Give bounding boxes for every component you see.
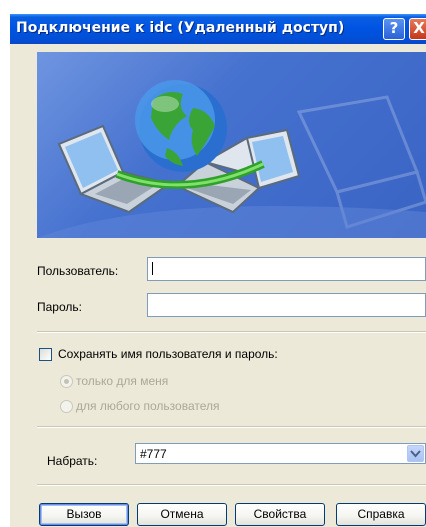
- chevron-down-icon[interactable]: [407, 445, 424, 462]
- title-bar[interactable]: Подключение к idc (Удаленный доступ) ? X: [10, 14, 426, 44]
- connection-banner: [37, 52, 426, 238]
- save-credentials-label[interactable]: Сохранять имя пользователя и пароль:: [58, 347, 278, 361]
- user-input[interactable]: [147, 257, 426, 281]
- radio-any-user[interactable]: [60, 400, 73, 413]
- help-icon[interactable]: ?: [383, 18, 405, 40]
- divider: [37, 484, 426, 486]
- divider: [37, 426, 426, 428]
- globe-icon: [135, 80, 227, 172]
- radio-only-me[interactable]: [60, 375, 73, 388]
- radio-any-user-label[interactable]: для любого пользователя: [76, 399, 220, 413]
- password-input[interactable]: [147, 293, 426, 317]
- save-credentials-checkbox[interactable]: [39, 348, 52, 361]
- password-label: Пароль:: [37, 300, 82, 314]
- user-label: Пользователь:: [37, 264, 119, 278]
- close-icon[interactable]: X: [409, 18, 426, 40]
- properties-button[interactable]: Свойства: [235, 503, 325, 526]
- dial-number-combobox[interactable]: #777: [135, 443, 426, 464]
- radio-only-me-label[interactable]: только для меня: [76, 374, 168, 388]
- text-caret: [152, 262, 153, 275]
- dial-up-connect-dialog: Подключение к idc (Удаленный доступ) ? X: [10, 14, 426, 527]
- network-globe-laptops-icon: [37, 80, 426, 238]
- help-button[interactable]: Справка: [336, 503, 426, 526]
- window-title: Подключение к idc (Удаленный доступ): [16, 20, 345, 36]
- dial-number-value: #777: [140, 447, 167, 461]
- divider: [37, 331, 426, 333]
- dial-label: Набрать:: [47, 454, 98, 468]
- call-button[interactable]: Вызов: [39, 503, 129, 526]
- cancel-button[interactable]: Отмена: [137, 503, 227, 526]
